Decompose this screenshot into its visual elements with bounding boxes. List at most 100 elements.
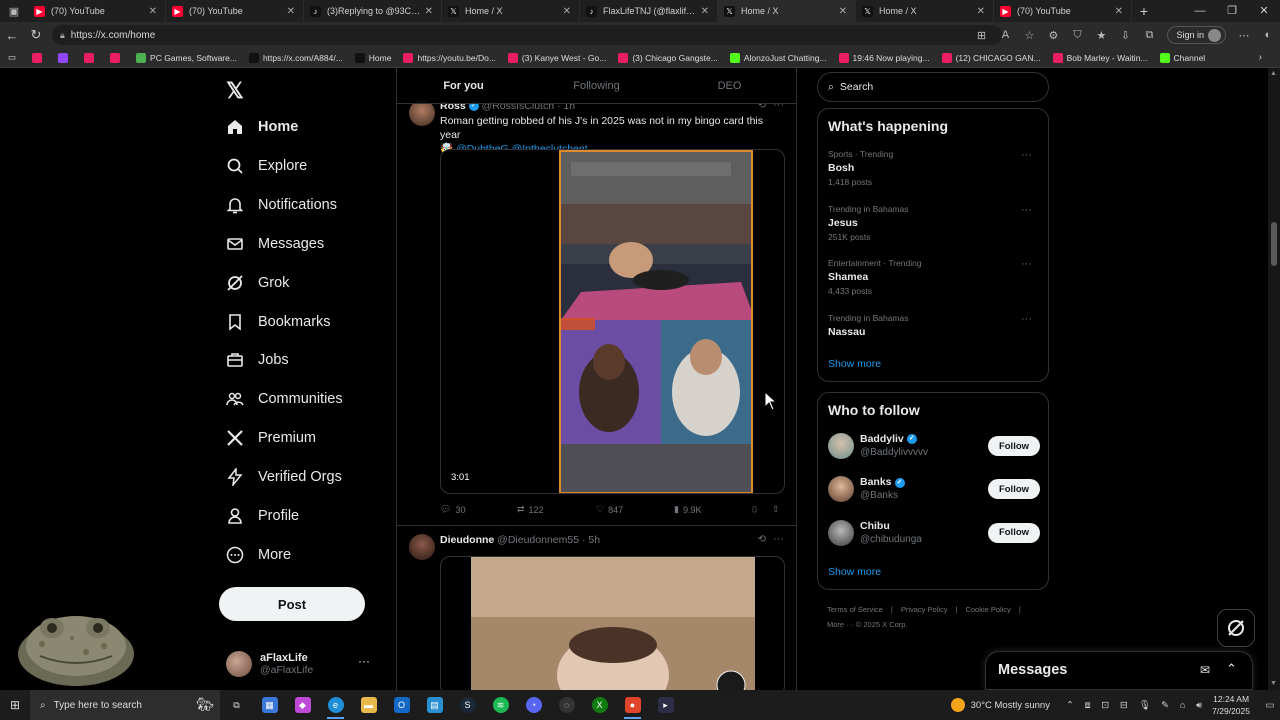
outlook-icon[interactable]: O [385, 690, 418, 720]
minimize-button[interactable]: — [1184, 0, 1216, 22]
follow-button[interactable]: Follow [988, 479, 1040, 500]
favorite-star-icon[interactable]: ☆ [1017, 29, 1041, 42]
avatar[interactable] [828, 476, 854, 503]
search-input[interactable]: ⌕ Search [817, 72, 1049, 102]
browser-tab[interactable]: 𝕏 Home / X ✕ [442, 0, 580, 22]
tweet[interactable]: Ross ✓ @RossIsClutch · 1h ⟲ ··· Roman ge… [397, 96, 796, 524]
bookmark-item[interactable] [110, 52, 124, 63]
messages-drawer[interactable]: Messages ✉ ⌃ [985, 651, 1253, 690]
back-icon[interactable]: ← [0, 28, 24, 43]
task-view-icon[interactable]: ⧉ [220, 690, 253, 720]
scrollbar-thumb[interactable] [1271, 222, 1277, 266]
views-button[interactable]: ▮ 9.9K [674, 504, 701, 515]
nav-item-verified-orgs[interactable]: Verified Orgs [226, 462, 342, 492]
follow-button[interactable]: Follow [988, 436, 1040, 456]
recording-app-icon[interactable]: ● [616, 690, 649, 720]
more-options-icon[interactable]: ··· [358, 654, 370, 668]
follow-suggestion[interactable]: Chibu @chibudunga Follow [828, 519, 1040, 550]
new-tab-button[interactable]: + [1132, 3, 1156, 19]
close-tab-icon[interactable]: ✕ [1115, 6, 1123, 17]
scroll-down-icon[interactable]: ▼ [1270, 680, 1277, 687]
edge-icon[interactable]: e [319, 690, 352, 720]
post-button[interactable]: Post [219, 587, 365, 621]
tweet-video[interactable] [440, 556, 785, 690]
microphone-icon[interactable]: 🎙︎ [1138, 700, 1150, 711]
file-explorer-icon[interactable]: ▬ [352, 690, 385, 720]
expand-chevron-icon[interactable]: ⌃ [1226, 661, 1237, 677]
tray-app-icon[interactable]: ⧈ [1085, 700, 1091, 711]
browser-tab[interactable]: ▶ (70) YouTube ✕ [28, 0, 166, 22]
tab-for-you[interactable]: For you [397, 68, 530, 103]
browser-tab[interactable]: ▶ (70) YouTube ✕ [994, 0, 1132, 22]
close-window-button[interactable]: ✕ [1248, 0, 1280, 22]
grok-explain-icon[interactable]: ⟲ [758, 534, 766, 545]
avatar[interactable] [828, 519, 854, 546]
close-tab-icon[interactable]: ✕ [149, 6, 157, 17]
footer-link[interactable]: Privacy Policy [901, 605, 948, 614]
follow-suggestion[interactable]: Banks ✓ @Banks Follow [828, 476, 1040, 506]
app-icon[interactable]: ◆ [286, 690, 319, 720]
nav-item-home[interactable]: Home [226, 112, 298, 142]
trend-more-icon[interactable]: ··· [1021, 258, 1032, 270]
footer-more[interactable]: More ··· © 2025 X Corp. [827, 617, 1047, 632]
tweet-author-name[interactable]: Dieudonne [440, 534, 494, 546]
share-button[interactable]: ⇧ [772, 504, 780, 515]
trend-item[interactable]: Trending in Bahamas Nassau ··· [828, 313, 1040, 341]
refresh-icon[interactable]: ↻ [24, 27, 48, 43]
tray-app-icon-2[interactable]: ⊡ [1101, 700, 1109, 711]
chevron-up-icon[interactable]: ⌃ [1066, 700, 1074, 711]
bookmark-item[interactable]: (3) Chicago Gangste... [618, 52, 718, 63]
taskbar-search-input[interactable]: ⌕ Type here to search 🐅︎ [30, 690, 220, 720]
repost-button[interactable]: ⇄ 122 [517, 504, 544, 515]
window-menu-icon[interactable]: ▣ [0, 0, 28, 22]
close-tab-icon[interactable]: ✕ [287, 6, 295, 17]
tab-following[interactable]: Following [530, 68, 663, 103]
grok-button[interactable] [1217, 609, 1255, 647]
trend-more-icon[interactable]: ··· [1021, 313, 1032, 325]
x-logo-icon[interactable]: 𝕏 [226, 78, 244, 104]
extensions-icon[interactable]: ⚙ [1041, 29, 1065, 42]
windows-start-icon[interactable]: ⊞ [0, 698, 30, 712]
video-frame[interactable] [559, 150, 753, 493]
bookmark-item[interactable]: PC Games, Software... [136, 52, 237, 63]
close-tab-icon[interactable]: ✕ [977, 6, 985, 17]
store-icon[interactable]: ▦ [253, 690, 286, 720]
tweet-more-icon[interactable]: ··· [773, 533, 784, 545]
close-tab-icon[interactable]: ✕ [839, 6, 847, 17]
read-aloud-icon[interactable]: A [993, 29, 1017, 41]
bookmarks-menu-icon[interactable]: ▭ [8, 52, 16, 63]
url-field[interactable]: 🔒︎ https://x.com/home [52, 25, 1002, 45]
nav-item-explore[interactable]: Explore [226, 151, 307, 181]
clock[interactable]: 12:24 AM 7/29/2025 [1212, 693, 1250, 717]
app-icon-3[interactable]: ▸ [649, 690, 682, 720]
bookmark-item[interactable]: AlonzoJust Chatting... [729, 52, 827, 63]
trend-item[interactable]: Trending in Bahamas Jesus 251K posts ··· [828, 204, 1040, 242]
close-tab-icon[interactable]: ✕ [425, 6, 433, 17]
notifications-icon[interactable]: ▭ [1260, 700, 1280, 711]
footer-link[interactable]: Terms of Service [827, 605, 883, 614]
bookmark-button[interactable]: ⌷ [752, 504, 757, 515]
nav-item-more[interactable]: More [226, 540, 291, 570]
footer-link[interactable]: Cookie Policy [965, 605, 1010, 614]
nav-item-bookmarks[interactable]: Bookmarks [226, 307, 331, 337]
tweet-time[interactable]: · 5h [582, 534, 600, 546]
network-icon[interactable]: ⌂ [1180, 700, 1186, 711]
bookmark-item[interactable]: Bob Marley - Waitin... [1052, 52, 1148, 63]
avatar[interactable] [409, 534, 435, 560]
copilot-icon[interactable]: ◐ [1256, 29, 1280, 41]
bookmark-item[interactable]: (3) Kanye West - Go... [507, 52, 606, 63]
tweet[interactable]: Dieudonne @Dieudonnem55 · 5h ⟲ ··· [397, 530, 796, 690]
avatar[interactable] [828, 433, 854, 459]
bookmark-item[interactable]: Home [354, 52, 391, 63]
nav-item-messages[interactable]: Messages [226, 229, 324, 259]
trend-item[interactable]: Entertainment · Trending Shamea 4,433 post… [828, 258, 1040, 296]
page-scrollbar[interactable]: ▲ ▼ [1268, 68, 1280, 690]
tab-deo[interactable]: DEO [663, 68, 796, 103]
nav-item-premium[interactable]: Premium [226, 423, 316, 453]
shield-icon[interactable]: ⛉ [1065, 29, 1089, 42]
app-icon-2[interactable]: ◌ [550, 690, 583, 720]
bookmark-item[interactable]: 19:46 Now playing... [838, 52, 930, 63]
close-tab-icon[interactable]: ✕ [701, 6, 709, 17]
account-switcher[interactable]: aFlaxLife @aFlaxLife ··· [226, 646, 378, 682]
sign-in-button[interactable]: Sign in [1167, 26, 1226, 44]
